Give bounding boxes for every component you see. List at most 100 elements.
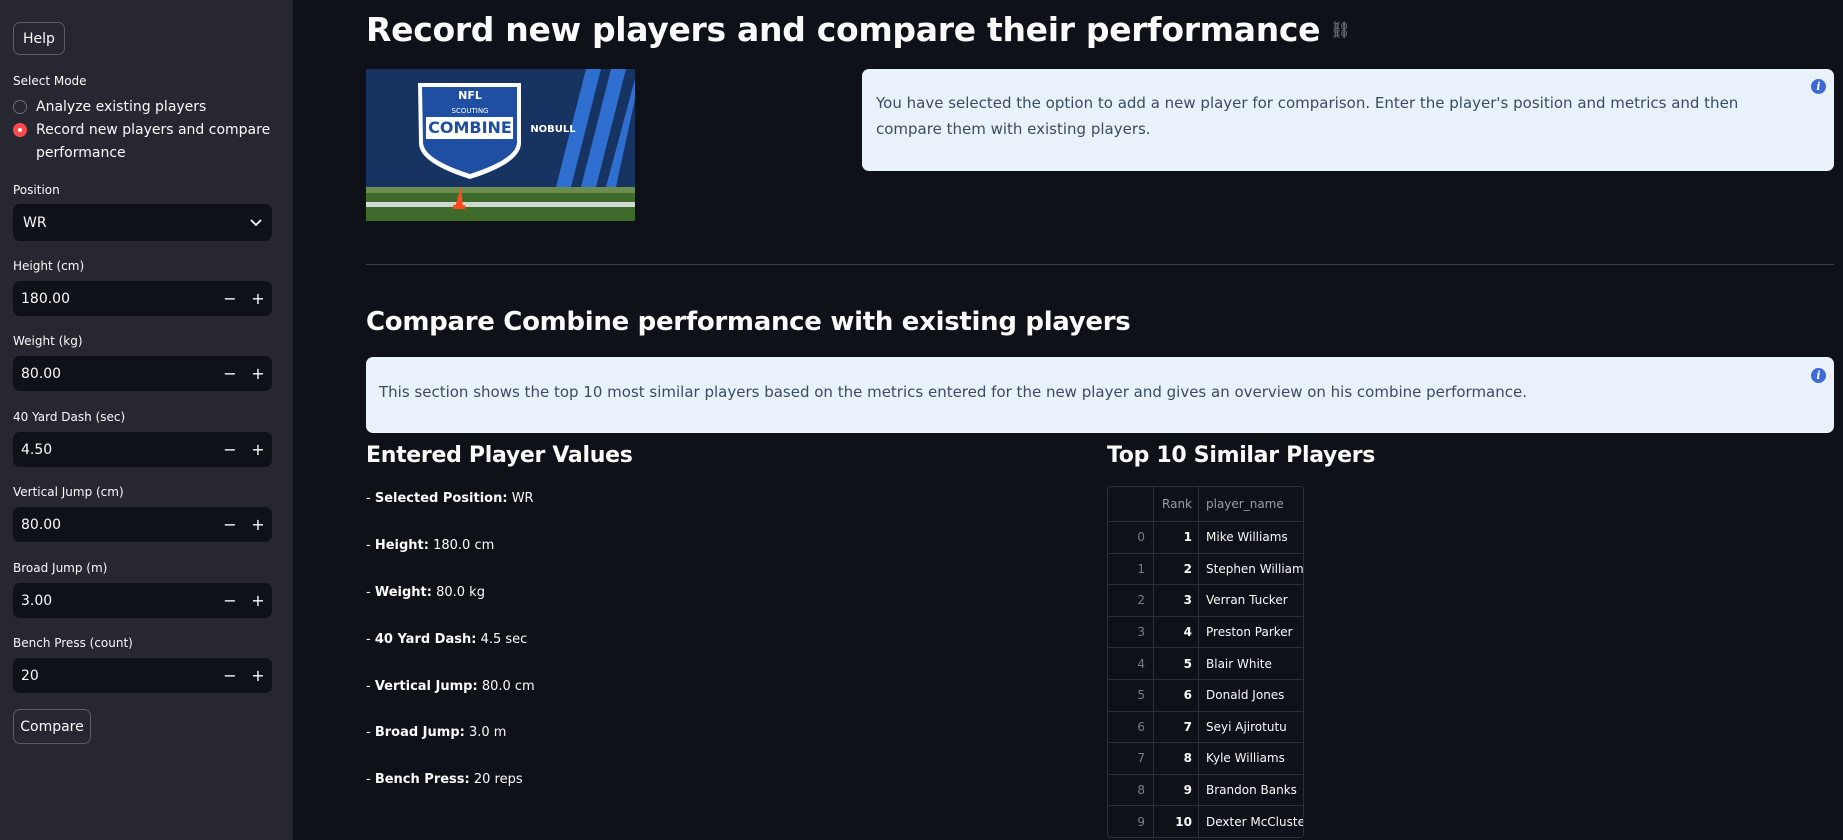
info-text-new-player: You have selected the option to add a ne… [876,94,1739,138]
vertical-jump-input[interactable]: 80.00 − + [13,507,272,542]
radio-label-line1: Record new players and compare [36,122,271,138]
table-cell-index: 8 [1108,774,1154,806]
radio-label: Analyze existing players [36,99,207,115]
table-cell-index: 7 [1108,743,1154,774]
info-box-new-player: You have selected the option to add a ne… [862,69,1834,171]
section-title: Compare Combine performance with existin… [366,307,1131,337]
table-row[interactable]: 4 5 Blair White [1108,647,1303,679]
broad-jump-label: Broad Jump (m) [13,561,108,575]
plus-icon[interactable]: + [244,281,272,316]
plus-icon[interactable]: + [244,583,272,618]
plus-icon[interactable]: + [244,658,272,693]
table-cell-index: 2 [1108,585,1154,616]
table-cell-rank: 3 [1154,585,1199,616]
similar-players-title: Top 10 Similar Players [1107,443,1376,468]
table-row[interactable]: 8 9 Brandon Banks [1108,773,1303,806]
table-header-rank[interactable]: Rank [1154,487,1199,521]
table-header-player-name[interactable]: player_name [1199,497,1303,511]
table-cell-player-name: Dexter McCluster [1206,814,1303,829]
weight-input[interactable]: 80.00 − + [13,356,272,391]
weight-value: 80.00 [21,365,62,382]
table-cell-index: 3 [1108,616,1154,648]
table-cell-rank: 8 [1154,743,1199,774]
bench-press-input[interactable]: 20 − + [13,658,272,693]
entered-values-title: Entered Player Values [366,443,633,468]
position-select[interactable]: WR [13,204,272,241]
page-title-text: Record new players and compare their per… [366,10,1321,49]
table-row[interactable]: 1 2 Stephen Williams [1108,552,1303,585]
table-cell-rank: 7 [1154,711,1199,743]
table-cell-index: 4 [1108,648,1154,679]
radio-on-icon [13,123,27,137]
table-row[interactable]: 7 8 Kyle Williams [1108,742,1303,774]
minus-icon[interactable]: − [216,281,244,316]
minus-icon[interactable]: − [216,658,244,693]
table-cell-index: 6 [1108,711,1154,743]
link-icon[interactable]: ⛓ [1330,20,1350,39]
height-value: 180.00 [21,290,70,307]
table-row[interactable]: 2 3 Verran Tucker [1108,584,1303,616]
table-cell-player-name: Blair White [1206,656,1272,671]
table-cell-player-name: Preston Parker [1206,625,1293,640]
dash-value: 4.50 [21,441,53,458]
radio-label: Record new players and compare performanc… [36,119,270,165]
broad-jump-value: 3.00 [21,592,53,609]
table-cell-player-name: Brandon Banks [1206,783,1297,798]
metric-position: - Selected Position: WR [366,491,534,506]
shield-top-text: NFL [458,89,482,102]
minus-icon[interactable]: − [216,432,244,467]
shield-sub-text: SCOUTING [452,107,489,115]
table-row[interactable]: 5 6 Donald Jones [1108,678,1303,711]
table-row[interactable]: 3 4 Preston Parker [1108,615,1303,648]
height-label: Height (cm) [13,259,85,273]
table-cell-index: 0 [1108,522,1154,553]
table-row[interactable]: 0 1 Mike Williams [1108,521,1303,553]
position-value: WR [23,214,47,231]
vertical-jump-value: 80.00 [21,516,62,533]
metric-vertical-jump: - Vertical Jump: 80.0 cm [366,679,535,694]
dash-input[interactable]: 4.50 − + [13,432,272,467]
height-input[interactable]: 180.00 − + [13,281,272,316]
info-icon: i [1811,79,1826,94]
table-cell-rank: 1 [1154,522,1199,553]
vertical-jump-label: Vertical Jump (cm) [13,485,124,499]
sponsor-text: NOBULL [530,124,576,135]
bench-press-value: 20 [21,667,39,684]
similar-players-table[interactable]: Rank player_name 0 1 Mike Williams 1 2 Stephe… [1107,486,1304,838]
radio-analyze-existing[interactable]: Analyze existing players [13,96,273,119]
compare-button[interactable]: Compare [13,709,91,744]
table-cell-rank: 6 [1154,679,1199,711]
plus-icon[interactable]: + [244,356,272,391]
combine-banner-image: NFL SCOUTING COMBINE NOBULL [366,69,635,221]
table-cell-rank: 5 [1154,648,1199,679]
table-row[interactable]: 9 10 Dexter McCluster [1108,805,1303,837]
broad-jump-input[interactable]: 3.00 − + [13,583,272,618]
plus-icon[interactable]: + [244,507,272,542]
plus-icon[interactable]: + [244,432,272,467]
table-cell-rank: 4 [1154,616,1199,648]
info-icon: i [1811,368,1826,383]
metric-bench-press: - Bench Press: 20 reps [366,772,523,787]
table-cell-player-name: Verran Tucker [1206,593,1288,608]
minus-icon[interactable]: − [216,507,244,542]
divider [366,264,1834,265]
radio-record-new[interactable]: Record new players and compare performanc… [13,119,273,165]
minus-icon[interactable]: − [216,583,244,618]
table-cell-player-name: Seyi Ajirotutu [1206,719,1287,734]
select-mode-label: Select Mode [13,74,87,88]
table-row[interactable]: 6 7 Seyi Ajirotutu [1108,710,1303,743]
minus-icon[interactable]: − [216,356,244,391]
page-title: Record new players and compare their per… [366,10,1351,49]
weight-label: Weight (kg) [13,334,83,348]
table-header-row: Rank player_name [1108,487,1303,521]
metric-weight: - Weight: 80.0 kg [366,585,485,600]
bench-press-label: Bench Press (count) [13,636,133,650]
help-button[interactable]: Help [13,22,65,55]
metric-broad-jump: - Broad Jump: 3.0 m [366,725,507,740]
table-cell-rank: 2 [1154,553,1199,585]
table-cell-player-name: Kyle Williams [1206,751,1285,766]
combine-banner-graphic: NFL SCOUTING COMBINE NOBULL [366,69,635,221]
info-text-section: This section shows the top 10 most simil… [379,383,1527,401]
table-cell-player-name: Stephen Williams [1206,561,1303,576]
table-cell-index: 5 [1108,679,1154,711]
